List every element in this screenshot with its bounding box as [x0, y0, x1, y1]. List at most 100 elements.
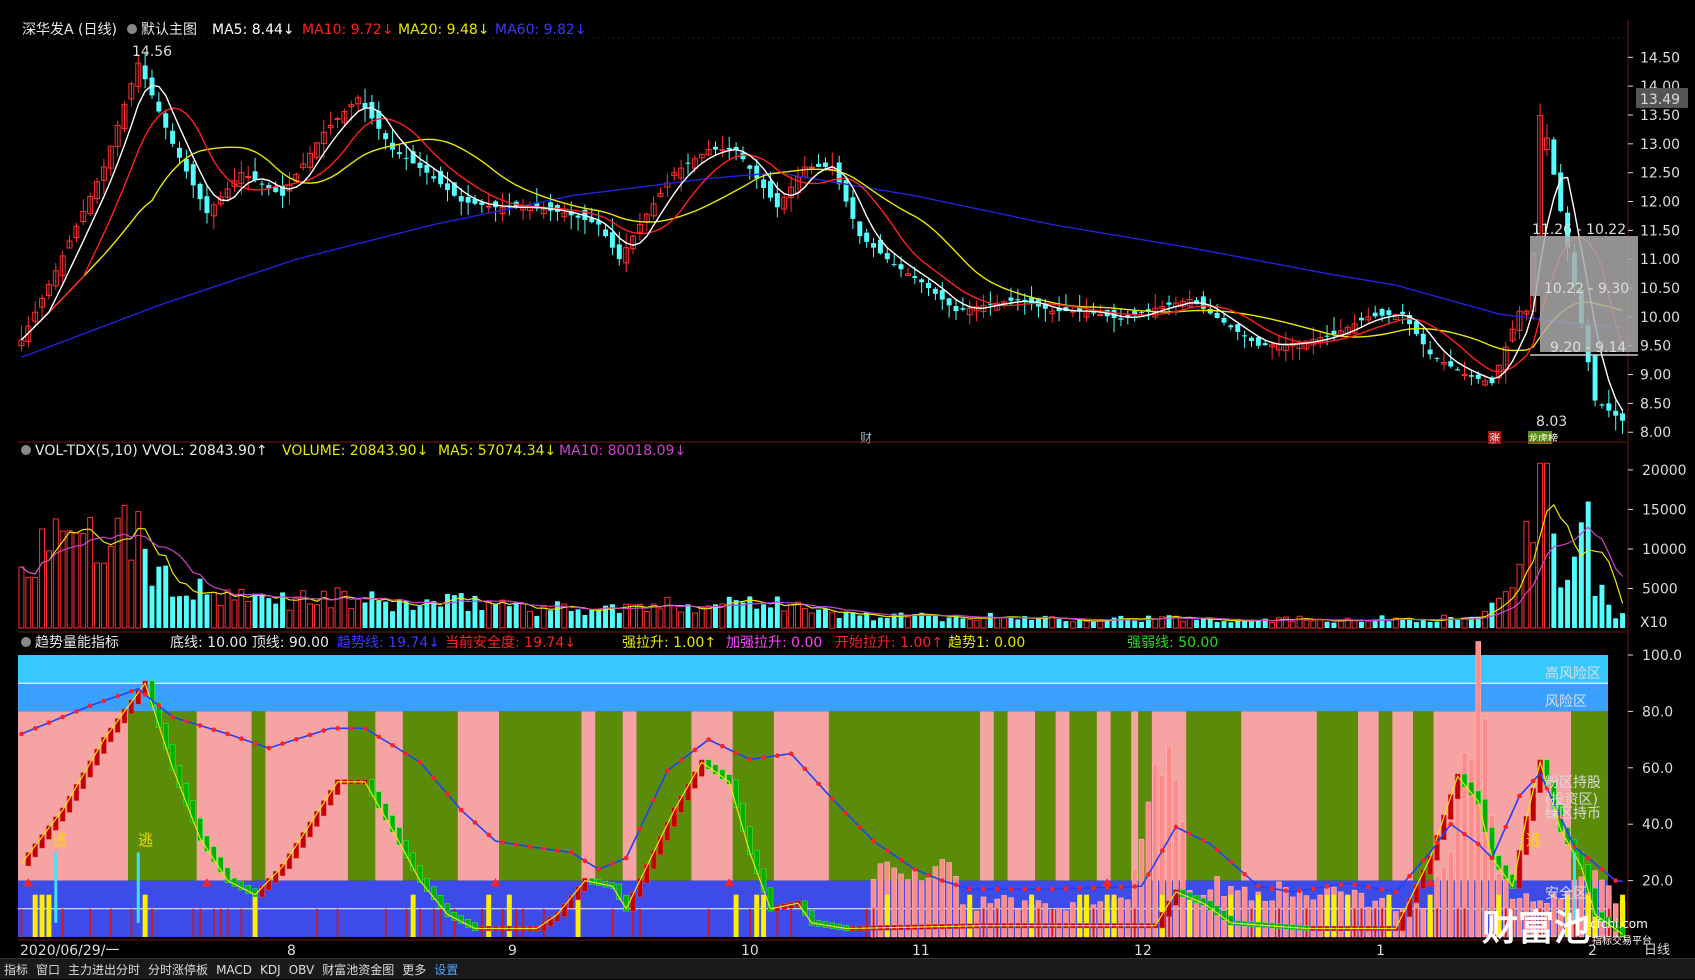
- zone-risk-label: 风险区: [1545, 694, 1587, 710]
- candle-body: [871, 243, 877, 248]
- candle-body: [259, 183, 265, 185]
- bottom-tab-2[interactable]: 主力进出分时: [64, 959, 144, 980]
- high-label: 14.56: [132, 44, 172, 60]
- volume-bar: [1413, 622, 1419, 628]
- vol-dropdown-icon[interactable]: [21, 445, 31, 455]
- candle-body: [1448, 361, 1454, 367]
- ind-tick-label: 80.0: [1642, 704, 1673, 720]
- trend-dot: [1242, 871, 1247, 877]
- red-tick: [130, 908, 133, 937]
- candle-body: [713, 146, 718, 150]
- ind-trend: 趋势线: 19.74↓: [337, 635, 440, 651]
- red-tick: [982, 908, 985, 937]
- zone-safe-label: 安全区: [1545, 885, 1587, 902]
- red-tick: [639, 908, 641, 937]
- pink-zone: [1241, 711, 1317, 881]
- trend-dot: [431, 775, 437, 781]
- indicator-plot[interactable]: [18, 641, 1626, 938]
- yellow-bar: [761, 894, 767, 937]
- candle-body: [163, 113, 169, 128]
- pink-zone: [1131, 711, 1139, 881]
- candle-body: [1324, 335, 1330, 337]
- trend-dot: [1159, 848, 1165, 854]
- candle-body: [369, 102, 375, 119]
- trend-dot: [46, 720, 52, 725]
- price-tick-label: 11.00: [1640, 252, 1680, 268]
- pink-bar: [1310, 899, 1317, 938]
- trend-dot: [156, 703, 162, 709]
- range-label-1: 11.26 - 10.22: [1532, 222, 1626, 238]
- candle-body: [396, 152, 402, 155]
- trend-dot: [1146, 872, 1151, 877]
- volume-bar: [1249, 621, 1254, 628]
- bottom-tab-6[interactable]: OBV: [285, 961, 319, 979]
- volume-bar: [582, 614, 588, 628]
- pink-bar: [1008, 897, 1014, 938]
- candle-body: [575, 215, 581, 218]
- candle-body: [926, 282, 931, 289]
- bottom-tab-3[interactable]: 分时涨停板: [144, 959, 212, 980]
- trend-dot: [1407, 873, 1412, 879]
- stock-chart[interactable]: 深华发A (日线) 默认主图 MA5: 8.44↓ MA10: 9.72↓ MA…: [0, 0, 1695, 958]
- trend-dot: [19, 731, 24, 737]
- month-10: 10: [741, 943, 759, 958]
- volume-bar: [1379, 615, 1385, 628]
- bottom-tab-4[interactable]: MACD: [212, 961, 256, 979]
- red-tick: [192, 908, 195, 937]
- bottom-tab-0[interactable]: 指标: [0, 959, 32, 980]
- escape-label-2: 逃: [138, 831, 153, 849]
- zone-pink-label: 粉区持股: [1545, 775, 1601, 791]
- volume-bar: [1400, 619, 1406, 628]
- trend-dot: [1187, 831, 1192, 837]
- red-tick: [226, 908, 229, 937]
- trend-dot: [458, 807, 464, 813]
- candle-body: [1461, 374, 1468, 377]
- trend-dot: [596, 867, 601, 872]
- candle-body: [1427, 349, 1433, 355]
- red-tick: [522, 908, 525, 937]
- price-tick-label: 11.50: [1640, 223, 1680, 239]
- vol-tick-label: 15000: [1642, 502, 1687, 518]
- volume-bar: [554, 601, 560, 628]
- trend-dot: [348, 726, 354, 731]
- candle-body: [1015, 299, 1021, 301]
- candle-body: [1228, 325, 1234, 328]
- red-tick: [1051, 908, 1054, 937]
- trend-dot: [912, 867, 918, 872]
- red-tick: [1415, 908, 1418, 937]
- ind-dropdown-icon[interactable]: [21, 637, 31, 647]
- risk-band: [18, 683, 1608, 712]
- bottom-tab-9[interactable]: 设置: [430, 959, 462, 980]
- trend-dot: [1352, 882, 1357, 887]
- trend-dot: [747, 757, 753, 762]
- template-dropdown-icon[interactable]: [127, 24, 137, 34]
- bottom-tab-8[interactable]: 更多: [398, 959, 430, 980]
- trend-dot: [527, 844, 533, 850]
- trend-dot: [1256, 883, 1261, 889]
- trend-dot: [761, 755, 766, 760]
- candle-body: [946, 298, 952, 306]
- bottom-tab-7[interactable]: 财富池资金图: [318, 959, 398, 980]
- trend-dot: [1008, 886, 1014, 892]
- candle-body: [864, 232, 870, 242]
- trend-dot: [184, 718, 189, 724]
- candle-body: [1606, 403, 1612, 411]
- candle-body: [417, 162, 423, 169]
- volume-bar: [149, 585, 155, 628]
- bottom-tab-5[interactable]: KDJ: [256, 961, 285, 979]
- volume-bar: [1221, 621, 1227, 628]
- candle-body: [403, 157, 409, 159]
- pink-zone: [691, 711, 733, 881]
- bottom-tab-1[interactable]: 窗口: [32, 959, 64, 980]
- yellow-bar: [733, 894, 739, 937]
- volume-bar: [767, 607, 773, 628]
- candle-body: [960, 308, 966, 310]
- red-tick: [1278, 908, 1280, 937]
- candle-body: [761, 179, 767, 189]
- candle-body: [1166, 302, 1172, 305]
- volume-bar: [884, 617, 890, 628]
- candle-body: [1434, 357, 1440, 359]
- candle-body: [273, 187, 279, 192]
- volume-bar: [747, 596, 753, 628]
- volume-bar: [362, 602, 368, 628]
